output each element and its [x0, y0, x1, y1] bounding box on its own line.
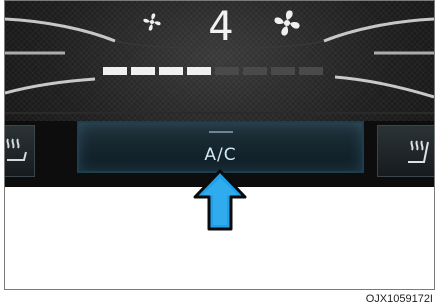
- fan-level-segment: [187, 67, 211, 75]
- illustration-frame: 4 A/C: [4, 0, 435, 290]
- fan-level-segment: [103, 67, 127, 75]
- climate-control-panel: 4 A/C: [5, 1, 434, 187]
- fan-level-segment: [215, 67, 239, 75]
- seat-heater-right-icon: [408, 140, 429, 163]
- fan-level-segment: [243, 67, 267, 75]
- figure-code: OJX1059172I: [365, 293, 433, 305]
- fan-level-segment: [131, 67, 155, 75]
- fan-high-icon: [274, 10, 300, 36]
- seat-heater-right-button[interactable]: [377, 125, 434, 177]
- fan-level-segment: [271, 67, 295, 75]
- ac-button-label: A/C: [204, 145, 237, 165]
- fan-level-indicator: [103, 67, 323, 75]
- blue-up-arrow-icon: [193, 169, 247, 231]
- seat-heater-left-icon: [6, 138, 27, 161]
- ac-indicator-light: [209, 131, 233, 133]
- fan-level-segment: [299, 67, 323, 75]
- fan-low-icon: [143, 13, 161, 31]
- ac-button[interactable]: A/C: [77, 121, 364, 173]
- fan-level-segment: [159, 67, 183, 75]
- seat-heater-left-button[interactable]: [5, 125, 35, 177]
- fan-speed-value: 4: [208, 4, 234, 50]
